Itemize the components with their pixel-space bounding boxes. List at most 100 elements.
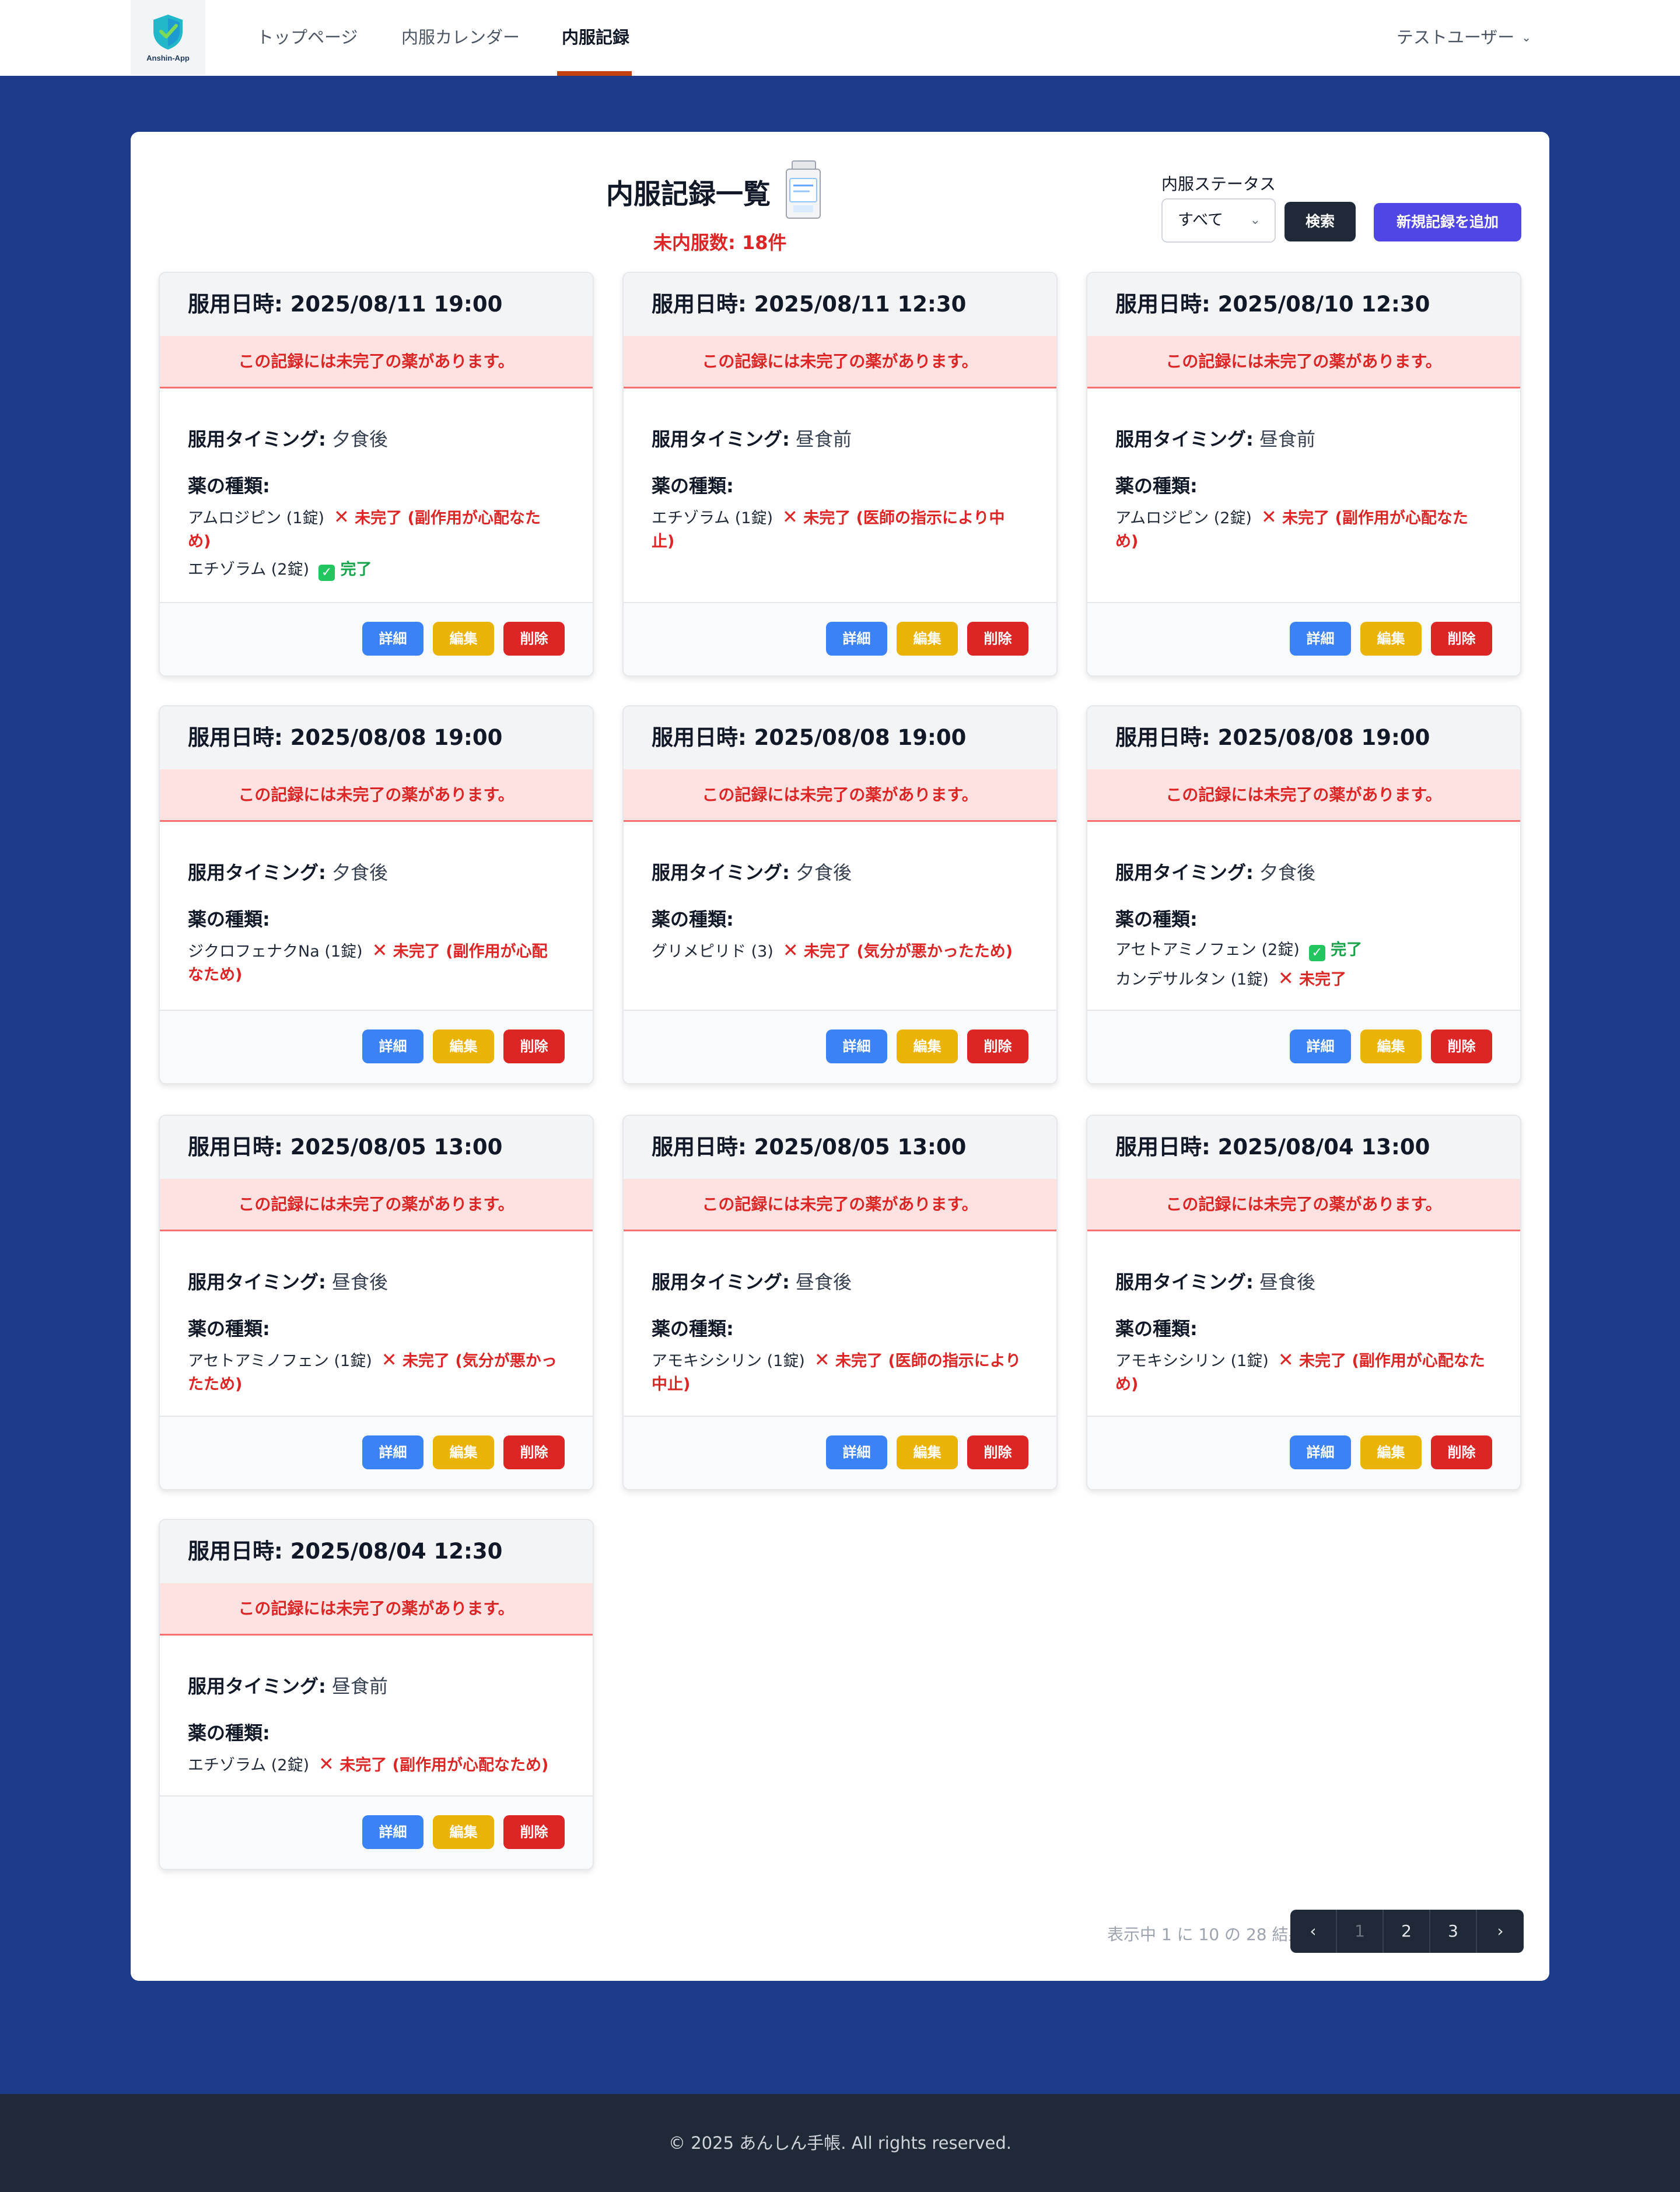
detail-button[interactable]: 詳細 <box>362 1435 424 1469</box>
delete-button[interactable]: 削除 <box>503 1815 565 1849</box>
cross-icon: ✕ <box>333 506 349 528</box>
record-card: 服用日時: 2025/08/04 12:30 この記録には未完了の薬があります。服… <box>159 1519 594 1870</box>
detail-button[interactable]: 詳細 <box>826 1435 887 1469</box>
delete-button[interactable]: 削除 <box>503 1030 565 1063</box>
detail-button[interactable]: 詳細 <box>826 1030 887 1063</box>
edit-button[interactable]: 編集 <box>433 622 494 656</box>
medications-heading: 薬の種類: <box>188 1722 270 1744</box>
cross-icon: ✕ <box>782 939 799 961</box>
medication-status-text-cont: 止) <box>652 533 675 551</box>
incomplete-alert: この記録には未完了の薬があります。 <box>624 769 1056 822</box>
detail-button[interactable]: 詳細 <box>1290 1435 1351 1469</box>
medication-name: グリメピリド (3) <box>652 943 774 961</box>
edit-button[interactable]: 編集 <box>897 622 958 656</box>
timing-value: 昼食後 <box>1259 1271 1315 1293</box>
edit-button[interactable]: 編集 <box>1360 622 1422 656</box>
detail-button[interactable]: 詳細 <box>1290 622 1351 656</box>
medication-list: エチゾラム (2錠) ✕ 未完了 (副作用が心配なため) <box>188 1752 565 1777</box>
medication-status-text: 未完了 <box>1299 971 1347 989</box>
add-record-button[interactable]: 新規記録を追加 <box>1374 203 1521 241</box>
prev-page-button[interactable]: ‹ <box>1290 1910 1337 1953</box>
medication-item: アセトアミノフェン (1錠) ✕ 未完了 (気分が悪かっ たため) <box>188 1348 565 1396</box>
edit-button[interactable]: 編集 <box>1360 1435 1422 1469</box>
status-filter-select[interactable]: すべて ⌄ <box>1161 198 1276 243</box>
incomplete-alert: この記録には未完了の薬があります。 <box>624 336 1056 388</box>
record-body: 服用タイミング: 昼食前薬の種類: エチゾラム (2錠) ✕ 未完了 (副作用が心配… <box>160 1636 593 1777</box>
record-datetime: 服用日時: 2025/08/04 13:00 <box>1087 1116 1520 1179</box>
page-button-1[interactable]: 1 <box>1337 1910 1384 1953</box>
page-button-2[interactable]: 2 <box>1384 1910 1430 1953</box>
record-body: 服用タイミング: 夕食後 薬の種類: ジクロフェナクNa (1錠) ✕ 未完了 (副作… <box>160 822 593 987</box>
record-body: 服用タイミング: 夕食後 薬の種類: グリメピリド (3) ✕ 未完了 (気分が悪かっ… <box>624 822 1056 964</box>
user-menu[interactable]: テストユーザー ⌄ <box>1396 0 1531 76</box>
medication-status-text: 未完了 (副作用が心配なた <box>355 509 541 527</box>
nav-top-page[interactable]: トップページ <box>257 0 358 76</box>
next-page-button[interactable]: › <box>1477 1910 1524 1953</box>
delete-button[interactable]: 削除 <box>967 1030 1028 1063</box>
record-actions: 詳細 編集 削除 <box>1087 602 1520 675</box>
timing-label: 服用タイミング: <box>188 428 326 450</box>
timing-label: 服用タイミング: <box>188 1271 326 1293</box>
nav-medication-records[interactable]: 内服記録 <box>562 0 629 76</box>
delete-button[interactable]: 削除 <box>503 622 565 656</box>
untaken-count: 未内服数: 18件 <box>653 232 787 254</box>
record-card: 服用日時: 2025/08/05 13:00 この記録には未完了の薬があります。服… <box>622 1115 1058 1490</box>
delete-button[interactable]: 削除 <box>1431 622 1492 656</box>
incomplete-alert: この記録には未完了の薬があります。 <box>160 769 593 822</box>
detail-button[interactable]: 詳細 <box>362 622 424 656</box>
logo-text: Anshin-App <box>146 53 190 62</box>
timing-value: 夕食後 <box>1259 862 1315 884</box>
delete-button[interactable]: 削除 <box>1431 1030 1492 1063</box>
edit-button[interactable]: 編集 <box>433 1435 494 1469</box>
medication-status-text-cont: たため) <box>188 1375 243 1393</box>
edit-button[interactable]: 編集 <box>897 1435 958 1469</box>
timing-value: 昼食前 <box>331 1675 388 1697</box>
record-card: 服用日時: 2025/08/11 19:00 この記録には未完了の薬があります。服… <box>159 272 594 677</box>
cross-icon: ✕ <box>782 506 798 528</box>
record-card: 服用日時: 2025/08/05 13:00 この記録には未完了の薬があります。服… <box>159 1115 594 1490</box>
cross-icon: ✕ <box>1278 1349 1294 1371</box>
medication-item: アモキシシリン (1錠) ✕ 未完了 (医師の指示により 中止) <box>652 1348 1028 1396</box>
incomplete-alert: この記録には未完了の薬があります。 <box>1087 1179 1520 1231</box>
detail-button[interactable]: 詳細 <box>1290 1030 1351 1063</box>
medicine-bag-illustration <box>786 160 821 219</box>
app-logo[interactable]: Anshin-App <box>131 0 205 75</box>
edit-button[interactable]: 編集 <box>1360 1030 1422 1063</box>
medication-item: アムロジピン (1錠) ✕ 未完了 (副作用が心配なた め) <box>188 505 565 554</box>
nav-medication-calendar[interactable]: 内服カレンダー <box>401 0 520 76</box>
edit-button[interactable]: 編集 <box>433 1815 494 1849</box>
delete-button[interactable]: 削除 <box>503 1435 565 1469</box>
edit-button[interactable]: 編集 <box>433 1030 494 1063</box>
incomplete-alert: この記録には未完了の薬があります。 <box>1087 769 1520 822</box>
record-card: 服用日時: 2025/08/08 19:00 この記録には未完了の薬があります。服… <box>622 705 1058 1084</box>
check-icon: ✓ <box>318 565 335 581</box>
medication-list: アセトアミノフェン (1錠) ✕ 未完了 (気分が悪かっ たため) <box>188 1348 565 1396</box>
detail-button[interactable]: 詳細 <box>362 1030 424 1063</box>
record-datetime: 服用日時: 2025/08/05 13:00 <box>160 1116 593 1179</box>
delete-button[interactable]: 削除 <box>967 622 1028 656</box>
top-navbar: Anshin-App トップページ 内服カレンダー 内服記録 テストユーザー ⌄ <box>0 0 1680 76</box>
record-card: 服用日時: 2025/08/11 12:30 この記録には未完了の薬があります。服… <box>622 272 1058 677</box>
medications-heading: 薬の種類: <box>652 1318 734 1340</box>
record-timing: 服用タイミング: 昼食後 <box>652 1267 1028 1294</box>
pagination-info: 表示中 1 に 10 の 28 結果 <box>1107 1925 1305 1944</box>
record-datetime: 服用日時: 2025/08/05 13:00 <box>624 1116 1056 1179</box>
edit-button[interactable]: 編集 <box>897 1030 958 1063</box>
delete-button[interactable]: 削除 <box>967 1435 1028 1469</box>
medication-item: アセトアミノフェン (2錠) ✓ 完了 <box>1115 939 1492 962</box>
timing-value: 昼食後 <box>795 1271 852 1293</box>
medication-name: エチゾラム (2錠) <box>188 561 310 579</box>
medication-status: ✓ 完了 <box>318 561 372 581</box>
copyright-text: © 2025 あんしん手帳. All rights reserved. <box>668 2133 1012 2153</box>
record-timing: 服用タイミング: 昼食前 <box>188 1672 565 1699</box>
record-body: 服用タイミング: 昼食前 薬の種類: アムロジピン (2錠) ✕ 未完了 (副作用が心… <box>1087 388 1520 554</box>
search-button[interactable]: 検索 <box>1284 202 1356 241</box>
delete-button[interactable]: 削除 <box>1431 1435 1492 1469</box>
detail-button[interactable]: 詳細 <box>362 1815 424 1849</box>
medications-heading: 薬の種類: <box>1115 1318 1198 1340</box>
page-button-3[interactable]: 3 <box>1430 1910 1477 1953</box>
detail-button[interactable]: 詳細 <box>826 622 887 656</box>
cross-icon: ✕ <box>1261 506 1277 528</box>
timing-label: 服用タイミング: <box>652 1271 790 1293</box>
footer: © 2025 あんしん手帳. All rights reserved. <box>0 2094 1680 2192</box>
